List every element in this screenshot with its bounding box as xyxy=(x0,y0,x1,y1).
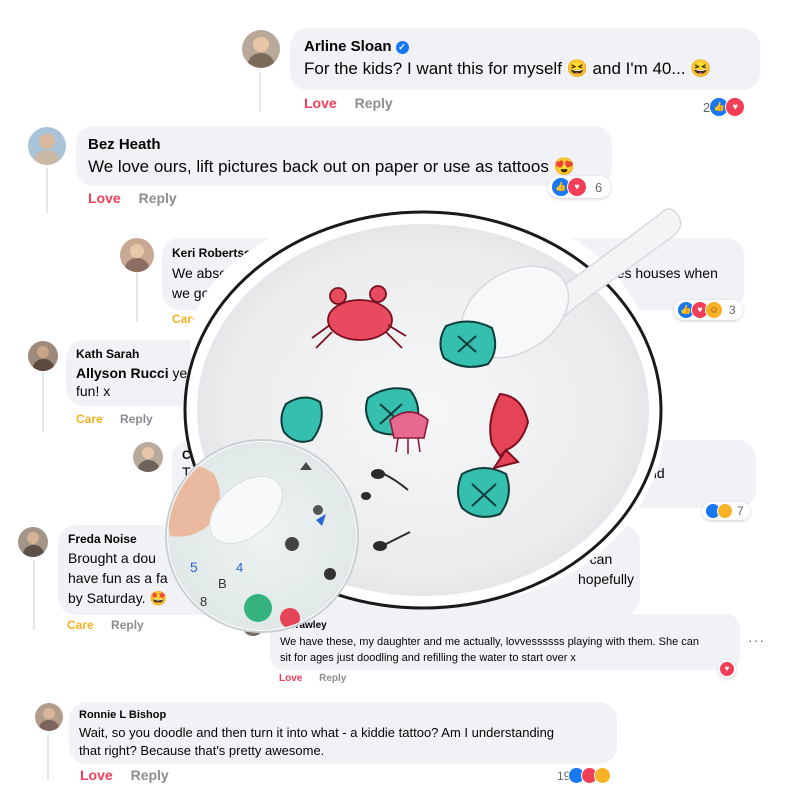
thread-line xyxy=(46,168,48,213)
love-action[interactable]: Love xyxy=(279,673,302,684)
comment-actions: Love Reply xyxy=(279,673,360,684)
haha-icon: ☺ xyxy=(705,301,723,319)
turtle-doodle-icon xyxy=(439,320,497,368)
thread-line xyxy=(136,272,138,322)
comment-author[interactable]: Ronnie L Bishop xyxy=(79,709,607,721)
comment-author[interactable]: Bez Heath xyxy=(88,136,600,153)
comment-actions: Love Reply xyxy=(88,190,191,206)
reaction-summary[interactable]: 2 👍 ♥ xyxy=(700,96,748,118)
comment-text-continued: oples houses when ce! xyxy=(598,265,718,301)
comment-author[interactable]: e Crawley xyxy=(280,620,730,631)
comment-actions: Care Reply xyxy=(67,618,158,632)
comment-bubble: Kath Sarah Allyson Rucci ye fun! x xyxy=(66,340,266,406)
avatar[interactable] xyxy=(35,703,63,731)
avatar[interactable] xyxy=(133,442,163,472)
reaction-summary[interactable]: 19 xyxy=(554,766,614,785)
comment-text: For the kids? I want this for myself 😆 a… xyxy=(304,59,712,78)
reaction-count: 6 xyxy=(595,179,603,195)
comment-bubble: Ca T uld xyxy=(172,440,756,508)
love-action[interactable]: Love xyxy=(88,190,121,206)
haha-icon xyxy=(594,767,612,784)
reply-action[interactable]: Reply xyxy=(139,190,177,206)
reaction-count: 3 xyxy=(729,303,736,317)
comment-mention[interactable]: Allyson Rucci xyxy=(76,365,169,381)
reaction-summary[interactable]: 👍 ♥ 6 xyxy=(548,176,612,198)
avatar[interactable] xyxy=(242,30,280,68)
reaction-count: 7 xyxy=(737,504,744,518)
comment-actions: Care Reply xyxy=(76,412,167,426)
comment-bubble: Freda Noise Brought a dou have fun as a … xyxy=(58,525,640,615)
comment-author[interactable]: Arline Sloan xyxy=(304,38,392,55)
care-action[interactable]: Care xyxy=(76,412,103,426)
turtle-doodle-icon xyxy=(365,387,420,436)
comment-bubble: e Crawley We have these, my daughter and… xyxy=(270,614,740,670)
reply-action[interactable]: Reply xyxy=(319,673,346,684)
thread-line xyxy=(259,72,261,112)
haha-icon xyxy=(717,503,733,519)
comment-bubble: Bez Heath We love ours, lift pictures ba… xyxy=(76,126,612,186)
comment-text: We love ours, lift pictures back out on … xyxy=(88,157,575,176)
reply-action[interactable]: Reply xyxy=(355,95,393,111)
reaction-summary[interactable]: 7 xyxy=(702,502,750,520)
comment-text: Wait, so you doodle and then turn it int… xyxy=(79,725,555,758)
comment-text: ye xyxy=(172,365,188,381)
avatar[interactable] xyxy=(28,127,66,165)
love-action[interactable]: Love xyxy=(304,95,337,111)
comment-text: Brought a dou have fun as a fa by Saturd… xyxy=(68,550,168,606)
reply-action[interactable]: Reply xyxy=(131,767,169,783)
comment-text-continued: fun! x xyxy=(76,383,111,399)
comment-actions: Love Reply xyxy=(304,95,407,111)
avatar[interactable] xyxy=(120,238,154,272)
reply-action[interactable]: Reply xyxy=(120,412,153,426)
thread-line xyxy=(42,372,44,432)
comment-text: We have these, my daughter and me actual… xyxy=(280,636,700,664)
avatar[interactable] xyxy=(242,614,264,636)
comment-bubble: Arline Sloan ✓ For the kids? I want this … xyxy=(290,28,760,90)
reaction-summary[interactable]: ♥ xyxy=(718,660,736,678)
comment-bubble: Ronnie L Bishop Wait, so you doodle and … xyxy=(69,702,617,764)
heart-icon: ♥ xyxy=(567,177,587,197)
thread-line xyxy=(33,560,35,630)
turtle-doodle-icon xyxy=(280,396,323,443)
love-action[interactable]: Love xyxy=(80,767,113,783)
heart-icon: ♥ xyxy=(719,661,735,677)
avatar[interactable] xyxy=(18,527,48,557)
heart-icon: ♥ xyxy=(725,97,746,117)
comment-author[interactable]: Kath Sarah xyxy=(76,347,256,361)
comment-text-continued: e can hopefully xyxy=(578,551,635,587)
comment-bubble: Keri Robertson We absolut we go fo oples… xyxy=(162,238,744,310)
reply-action[interactable]: Reply xyxy=(111,618,144,632)
comment-actions: Love Reply xyxy=(80,767,183,783)
avatar[interactable] xyxy=(28,341,58,371)
verified-badge-icon: ✓ xyxy=(395,41,409,54)
reaction-summary[interactable]: 👍 ♥ ☺ 3 xyxy=(674,300,743,320)
care-action[interactable]: Care xyxy=(67,618,94,632)
comment-author[interactable]: Freda Noise xyxy=(68,532,630,546)
comment-author[interactable]: Ca xyxy=(182,448,746,462)
thread-line xyxy=(47,735,49,780)
more-options-icon[interactable]: ··· xyxy=(748,632,765,648)
comment-text-continued: uld xyxy=(646,465,665,481)
care-action[interactable]: Care xyxy=(172,312,199,326)
comment-author[interactable]: Keri Robertson xyxy=(172,246,734,260)
comment-actions: Care xyxy=(172,312,213,326)
